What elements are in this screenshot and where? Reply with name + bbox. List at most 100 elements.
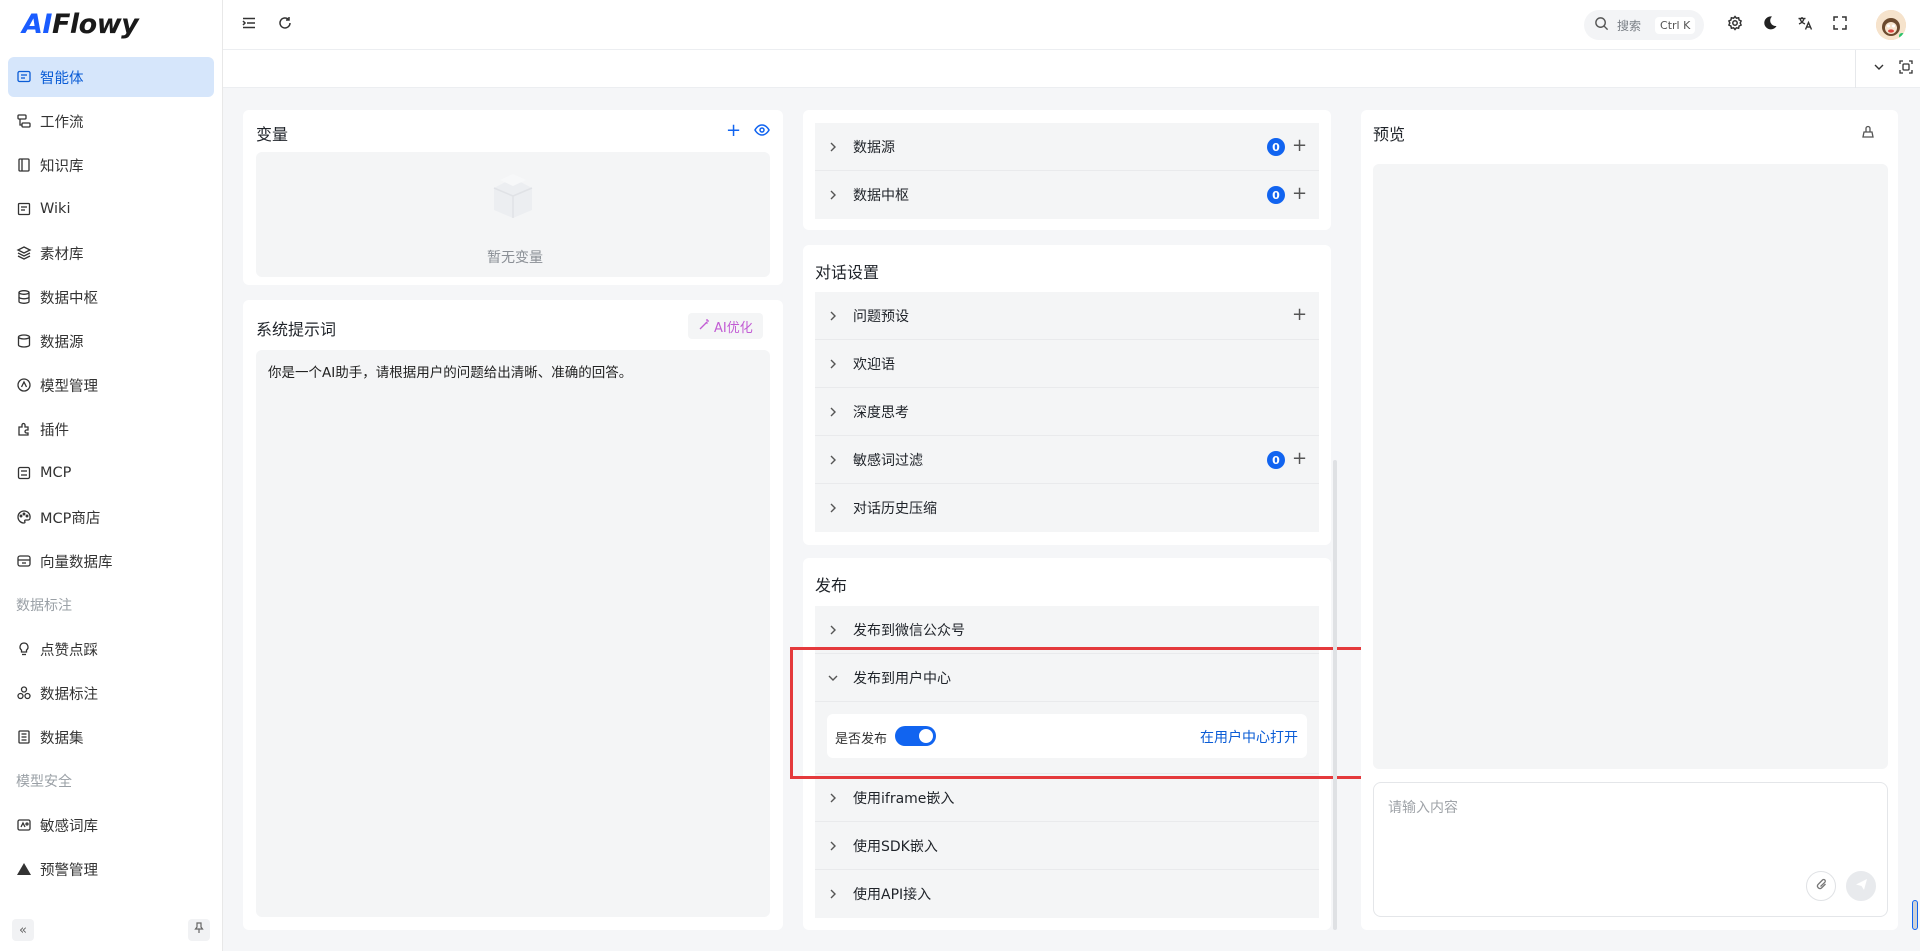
chat-icon — [16, 69, 32, 85]
plugin-icon — [16, 421, 32, 437]
avatar[interactable] — [1876, 10, 1906, 40]
clear-preview-button[interactable] — [1861, 125, 1875, 143]
sidebar-item-mcp-store[interactable]: MCP商店 — [8, 497, 214, 537]
sidebar-item-mcp[interactable]: MCP — [8, 453, 214, 493]
sidebar-item-plugins[interactable]: 插件 — [8, 409, 214, 449]
row-api-access[interactable]: 使用API接入 — [815, 870, 1319, 918]
ai-optimize-label: AI优化 — [714, 320, 753, 336]
sidebar-item-dataset[interactable]: 数据集 — [8, 717, 214, 757]
menu-toggle-button[interactable] — [237, 13, 261, 37]
sidebar-item-models[interactable]: 模型管理 — [8, 365, 214, 405]
preview-variables-button[interactable] — [754, 123, 770, 141]
send-icon — [1855, 878, 1868, 895]
ai-optimize-button[interactable]: AI优化 — [688, 313, 763, 339]
fullscreen-button[interactable] — [1828, 13, 1852, 37]
sidebar-item-label: 知识库 — [40, 158, 84, 175]
chevron-right-icon — [827, 142, 839, 152]
row-label: 数据中枢 — [853, 188, 909, 204]
paperclip-icon — [1815, 878, 1828, 895]
row-iframe-embed[interactable]: 使用iframe嵌入 — [815, 774, 1319, 822]
refresh-button[interactable] — [273, 13, 297, 37]
row-question-presets[interactable]: 问题预设 + — [815, 292, 1319, 340]
sidebar-item-label: 插件 — [40, 422, 69, 439]
sidebar-item-label: 点赞点踩 — [40, 642, 98, 659]
tabs-dropdown-button[interactable] — [1867, 57, 1891, 81]
add-sensitive-filter-button[interactable]: + — [1292, 450, 1307, 468]
dataset-icon — [16, 729, 32, 745]
system-prompt-panel: 系统提示词 AI优化 你是一个AI助手，请根据用户的问题给出清晰、准确的回答。 — [243, 300, 783, 930]
sidebar-item-annotation[interactable]: 数据标注 — [8, 673, 214, 713]
sidebar-group-data-label: 数据标注 — [16, 598, 72, 614]
workflow-icon — [16, 113, 32, 129]
screenshot-button[interactable] — [1894, 57, 1918, 81]
moon-icon — [1762, 15, 1778, 35]
publish-title: 发布 — [815, 576, 848, 595]
sidebar-group-model-security: 模型安全 — [16, 774, 72, 790]
add-datasource-button[interactable]: + — [1292, 137, 1307, 155]
chevron-right-icon — [827, 625, 839, 635]
language-button[interactable] — [1793, 13, 1817, 37]
sidebar-item-data-hub[interactable]: 数据中枢 — [8, 277, 214, 317]
row-sdk-embed[interactable]: 使用SDK嵌入 — [815, 822, 1319, 870]
send-button[interactable] — [1846, 871, 1876, 901]
refresh-icon — [277, 15, 293, 35]
tag-icon — [16, 685, 32, 701]
sidebar-item-sensitive-words[interactable]: 敏感词库 — [8, 805, 214, 845]
sidebar-item-label: 敏感词库 — [40, 818, 98, 835]
chevron-down-icon — [1873, 61, 1885, 77]
attach-button[interactable] — [1806, 871, 1836, 901]
page-scrollbar[interactable] — [1912, 900, 1918, 930]
sidebar-item-assets[interactable]: 素材库 — [8, 233, 214, 273]
sidebar-item-label: MCP商店 — [40, 510, 101, 527]
row-sensitive-filter[interactable]: 敏感词过滤 0 + — [815, 436, 1319, 484]
add-data-hub-button[interactable]: + — [1292, 185, 1307, 203]
sidebar-item-workflow[interactable]: 工作流 — [8, 101, 214, 141]
chevron-right-icon — [827, 359, 839, 369]
collapse-sidebar-button[interactable]: « — [12, 919, 34, 941]
row-data-hub[interactable]: 数据中枢 0 + — [815, 171, 1319, 219]
sidebar-item-wiki[interactable]: Wiki — [8, 189, 214, 229]
row-label: 对话历史压缩 — [853, 501, 937, 517]
search-box[interactable]: 搜索 Ctrl K — [1584, 10, 1704, 40]
row-label: 深度思考 — [853, 404, 909, 421]
broom-icon — [1861, 125, 1875, 143]
vector-db-icon — [16, 553, 32, 569]
row-datasource[interactable]: 数据源 0 + — [815, 123, 1319, 171]
sidebar-item-vector-db[interactable]: 向量数据库 — [8, 541, 214, 581]
sidebar-item-feedback[interactable]: 点赞点踩 — [8, 629, 214, 669]
variables-empty-box: 暂无变量 — [256, 152, 770, 277]
sidebar-item-agents[interactable]: 智能体 — [8, 57, 214, 97]
sidebar-item-alerts[interactable]: 预警管理 — [8, 849, 214, 889]
settings-button[interactable] — [1723, 13, 1747, 37]
sidebar-item-label: 素材库 — [40, 246, 84, 263]
chevron-right-icon — [827, 841, 839, 851]
sidebar-item-datasource[interactable]: 数据源 — [8, 321, 214, 361]
row-welcome-message[interactable]: 欢迎语 — [815, 340, 1319, 388]
system-prompt-text: 你是一个AI助手，请根据用户的问题给出清晰、准确的回答。 — [268, 365, 633, 381]
row-history-compression[interactable]: 对话历史压缩 — [815, 484, 1319, 532]
warning-icon — [16, 861, 32, 877]
sidebar-item-label: 预警管理 — [40, 862, 98, 879]
middle-scrollbar[interactable] — [1333, 460, 1337, 930]
highlight-box — [790, 647, 1374, 779]
variables-panel: 变量 + 暂无变量 — [243, 110, 783, 285]
scan-icon — [1899, 60, 1913, 78]
sensitive-icon — [16, 817, 32, 833]
row-deep-thinking[interactable]: 深度思考 — [815, 388, 1319, 436]
row-label: 发布到微信公众号 — [853, 622, 965, 639]
dark-mode-button[interactable] — [1758, 13, 1782, 37]
preview-input[interactable]: 请输入内容 — [1373, 782, 1888, 917]
add-question-preset-button[interactable]: + — [1292, 306, 1307, 324]
add-variable-button[interactable]: + — [726, 122, 741, 140]
chevron-right-icon — [827, 407, 839, 417]
row-label: 使用SDK嵌入 — [853, 838, 938, 855]
preview-chat-area — [1373, 164, 1888, 769]
pin-sidebar-button[interactable] — [188, 919, 210, 941]
logo[interactable]: AI Flowy — [22, 6, 139, 42]
system-prompt-editor[interactable]: 你是一个AI助手，请根据用户的问题给出清晰、准确的回答。 — [256, 350, 770, 917]
search-shortcut: Ctrl K — [1655, 16, 1696, 34]
chevron-right-icon — [827, 311, 839, 321]
chevron-right-icon — [827, 455, 839, 465]
count-badge: 0 — [1267, 186, 1285, 204]
sidebar-item-knowledge[interactable]: 知识库 — [8, 145, 214, 185]
